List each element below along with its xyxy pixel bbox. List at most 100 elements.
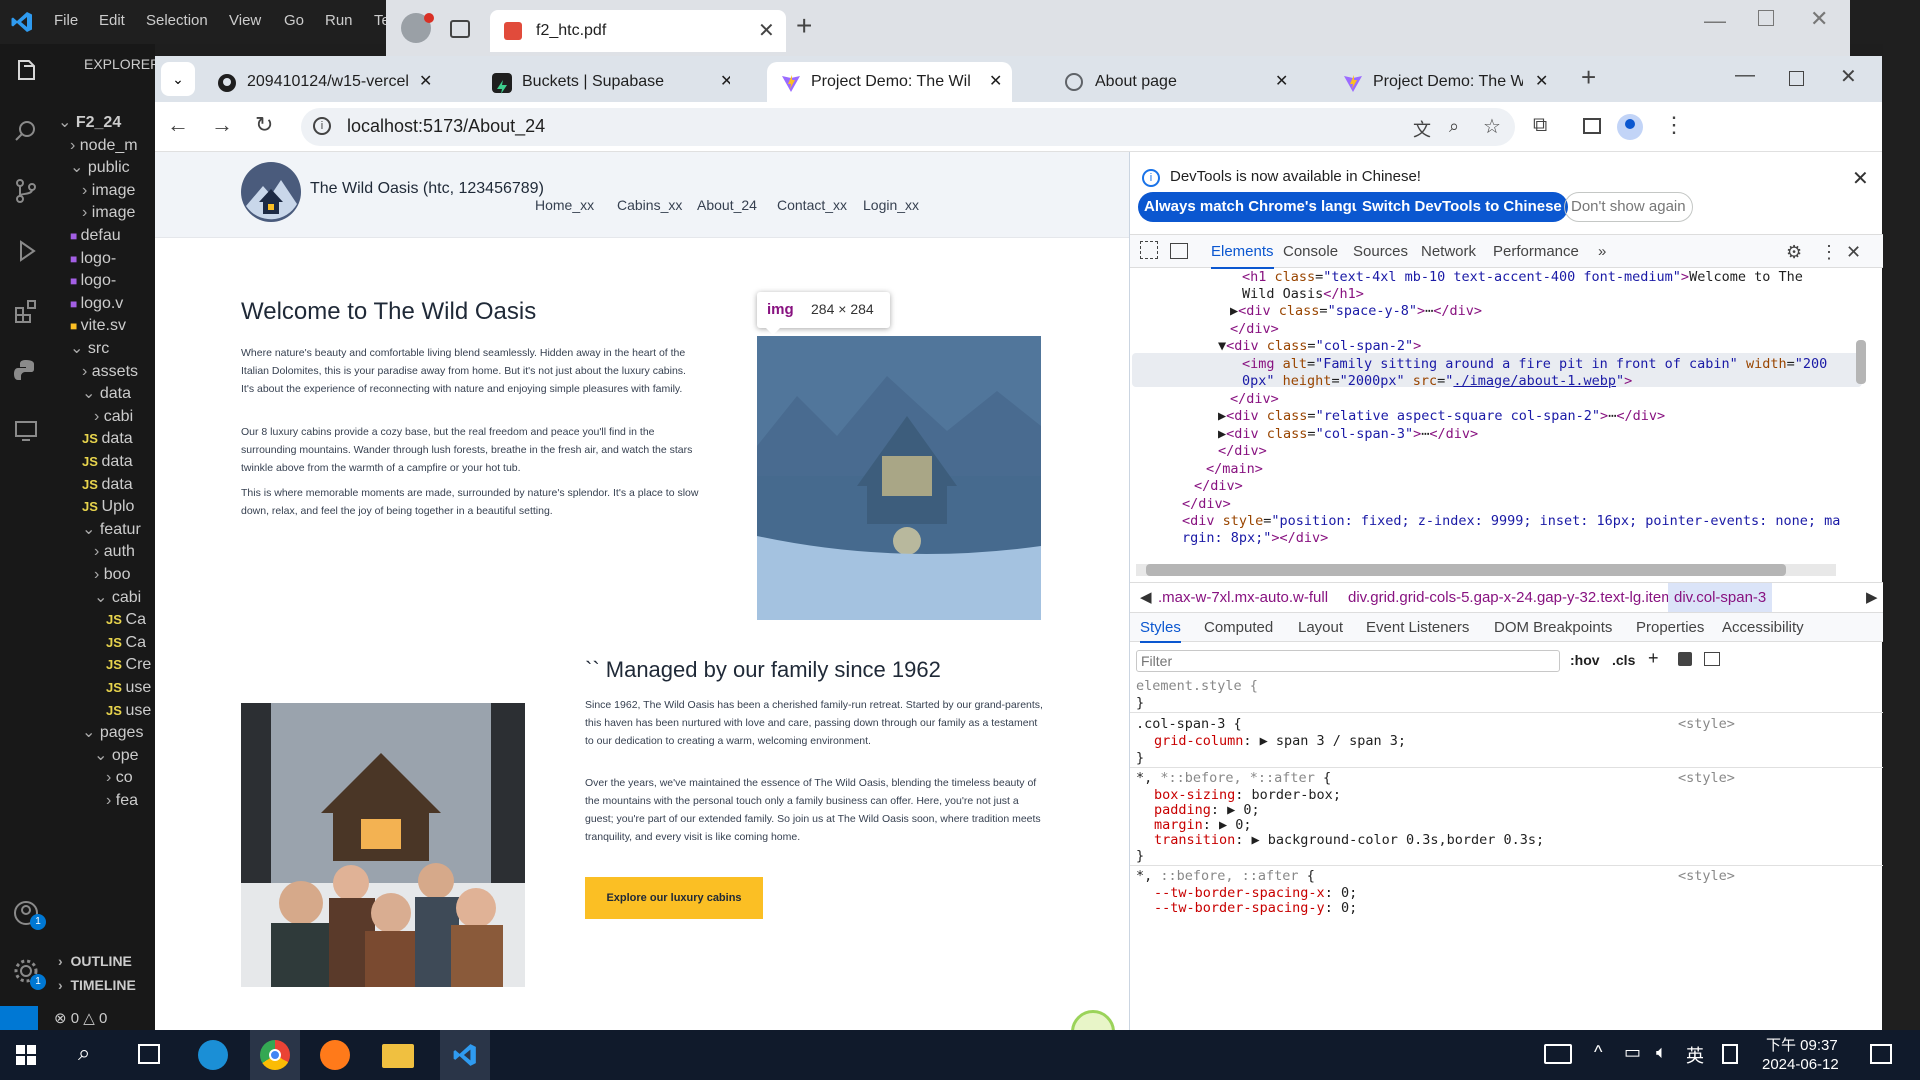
tab-close-icon[interactable]: ✕ [419, 62, 432, 102]
edge-icon[interactable] [198, 1040, 228, 1070]
menu-selection[interactable]: Selection [146, 12, 208, 29]
rendering-paint-icon[interactable] [1678, 652, 1692, 666]
reload-icon[interactable]: ↻ [255, 112, 273, 138]
tab-search-chevron-icon[interactable]: ⌄ [161, 62, 195, 96]
breadcrumb-left-arrow-icon[interactable]: ◀ [1140, 588, 1152, 606]
firefox-icon[interactable] [320, 1040, 350, 1070]
cabin-image[interactable] [757, 336, 1041, 620]
extensions-icon[interactable] [13, 298, 39, 324]
vscode-taskbar-item[interactable] [440, 1030, 490, 1080]
toggle-sidebar-icon[interactable] [1704, 652, 1720, 666]
tab-dom-breakpoints[interactable]: DOM Breakpoints [1494, 613, 1612, 643]
menu-run[interactable]: Run [325, 12, 353, 29]
tab-network[interactable]: Network [1421, 235, 1476, 269]
taskbar-date[interactable]: 2024-06-12 [1762, 1056, 1839, 1073]
close-window-icon[interactable]: ✕ [1840, 64, 1857, 89]
switch-to-chinese-button[interactable]: Switch DevTools to Chinese [1356, 192, 1568, 222]
ime-tool-icon[interactable] [1722, 1044, 1738, 1064]
tab-actions-icon[interactable] [450, 20, 470, 38]
address-bar[interactable]: i localhost:5173/About_24 文 ⌕ ☆ [301, 108, 1515, 146]
breadcrumb-item-selected[interactable]: div.col-span-3 [1668, 583, 1773, 612]
bookmark-star-icon[interactable]: ☆ [1483, 114, 1501, 139]
tab-close-icon[interactable]: ✕ [989, 62, 1002, 102]
maximize-icon[interactable] [1789, 71, 1804, 86]
remote-indicator-icon[interactable] [0, 1006, 38, 1030]
dom-scrollbar[interactable] [1856, 300, 1866, 550]
chrome-taskbar-item[interactable] [250, 1030, 300, 1080]
devtools-menu-icon[interactable]: ⋮ [1820, 235, 1838, 269]
tab-project-demo[interactable]: Project Demo: The Wild Oa ✕ [1331, 62, 1561, 102]
floating-widget-icon[interactable] [1071, 1010, 1115, 1030]
tab-performance[interactable]: Performance [1493, 235, 1579, 269]
rule-source[interactable]: <style> [1678, 716, 1735, 732]
chrome-menu-icon[interactable]: ⋮ [1663, 112, 1685, 138]
new-style-rule-icon[interactable]: + [1648, 648, 1659, 669]
minimize-icon[interactable]: — [1735, 64, 1755, 87]
task-view-icon[interactable] [138, 1044, 160, 1064]
devtools-close-icon[interactable]: ✕ [1846, 235, 1861, 269]
profile-icon[interactable] [1617, 114, 1643, 140]
family-image[interactable] [241, 703, 525, 987]
nav-login[interactable]: Login_xx [863, 197, 919, 213]
dont-show-again-button[interactable]: Don't show again [1564, 192, 1693, 222]
side-panel-icon[interactable] [1583, 118, 1601, 134]
nav-cabins[interactable]: Cabins_xx [617, 197, 682, 213]
nav-contact[interactable]: Contact_xx [777, 197, 847, 213]
tab-close-icon[interactable]: ✕ [720, 62, 730, 102]
remote-explorer-icon[interactable] [13, 418, 39, 444]
translate-icon[interactable]: 文 [1413, 116, 1431, 142]
device-toolbar-icon[interactable] [1170, 243, 1188, 259]
explore-cabins-button[interactable]: Explore our luxury cabins [585, 877, 763, 919]
url-text[interactable]: localhost:5173/About_24 [347, 116, 545, 137]
taskbar-time[interactable]: 下午 09:37 [1766, 1034, 1838, 1055]
tab-styles[interactable]: Styles [1140, 613, 1181, 643]
menu-file[interactable]: File [54, 12, 78, 29]
ime-indicator[interactable]: 英 [1686, 1042, 1704, 1068]
tab-properties[interactable]: Properties [1636, 613, 1704, 643]
always-match-language-button[interactable]: Always match Chrome's language [1138, 192, 1393, 222]
site-info-icon[interactable]: i [313, 117, 331, 135]
zoom-icon[interactable]: ⌕ [1449, 116, 1459, 137]
volume-icon[interactable]: 🔈︎ [1656, 1042, 1667, 1063]
new-tab-icon[interactable]: + [1581, 62, 1596, 93]
rule-source[interactable]: <style> [1678, 770, 1735, 786]
tab-github[interactable]: 209410124/w15-vercel ✕ [205, 62, 445, 102]
nav-home[interactable]: Home_xx [535, 197, 594, 213]
pdf-tab[interactable]: f2_htc.pdf ✕ [490, 10, 786, 52]
pdf-close-icon[interactable]: ✕ [1810, 6, 1828, 32]
source-control-icon[interactable] [13, 178, 39, 204]
input-mode-icon[interactable] [1544, 1044, 1572, 1064]
tray-chevron-icon[interactable]: ^ [1594, 1042, 1602, 1063]
tab-elements[interactable]: Elements [1211, 235, 1274, 269]
site-brand[interactable]: The Wild Oasis (htc, 123456789) [310, 180, 544, 198]
tab-event-listeners[interactable]: Event Listeners [1366, 613, 1469, 643]
error-count[interactable]: ⊗ 0 △ 0 [54, 1009, 107, 1027]
python-icon[interactable] [13, 358, 39, 384]
breadcrumb-item[interactable]: .max-w-7xl.mx-auto.w-full [1158, 589, 1328, 606]
more-tabs-icon[interactable]: » [1598, 235, 1606, 269]
devtools-settings-icon[interactable]: ⚙ [1786, 235, 1802, 269]
files-icon[interactable] [13, 58, 39, 84]
pdf-maximize-icon[interactable] [1758, 10, 1774, 26]
timeline-section[interactable]: › TIMELINE [58, 972, 136, 998]
styles-filter-input[interactable] [1136, 650, 1560, 672]
site-logo[interactable] [241, 162, 301, 222]
tab-accessibility[interactable]: Accessibility [1722, 613, 1804, 643]
tab-about-page[interactable]: About page ✕ [1053, 62, 1298, 102]
horizontal-scrollbar[interactable] [1136, 564, 1836, 576]
tab-close-icon[interactable]: ✕ [1275, 62, 1288, 102]
tab-layout[interactable]: Layout [1298, 613, 1343, 643]
inspect-element-icon[interactable] [1140, 241, 1158, 259]
tab-close-icon[interactable]: ✕ [1535, 62, 1548, 102]
menu-view[interactable]: View [229, 12, 261, 29]
forward-icon[interactable]: → [211, 112, 233, 138]
tab-console[interactable]: Console [1283, 235, 1338, 269]
run-debug-icon[interactable] [13, 238, 39, 264]
outline-section[interactable]: › OUTLINE [58, 948, 132, 974]
rule-source[interactable]: <style> [1678, 868, 1735, 884]
pdf-tab-close-icon[interactable]: ✕ [758, 18, 775, 43]
menu-edit[interactable]: Edit [99, 12, 125, 29]
banner-close-icon[interactable]: ✕ [1852, 166, 1869, 191]
hov-toggle[interactable]: :hov [1570, 652, 1600, 668]
cls-toggle[interactable]: .cls [1612, 652, 1635, 668]
